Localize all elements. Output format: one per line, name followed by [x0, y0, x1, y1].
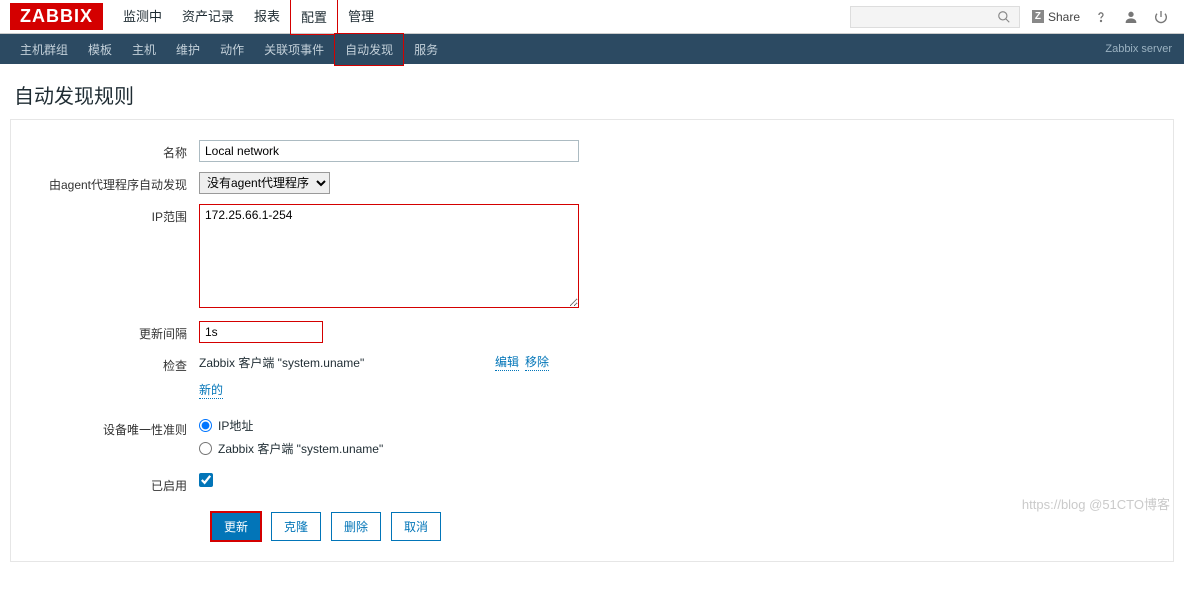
- uniqueness-radio-agent-input[interactable]: [199, 442, 212, 455]
- enabled-label: 已启用: [21, 473, 199, 494]
- search-icon: [995, 8, 1013, 26]
- subnav-actions[interactable]: 动作: [210, 34, 254, 65]
- subnav-discovery[interactable]: 自动发现: [334, 33, 404, 66]
- subnav-templates[interactable]: 模板: [78, 34, 122, 65]
- name-label: 名称: [21, 140, 199, 162]
- form-area: 名称 由agent代理程序自动发现 没有agent代理程序 IP范围 172.2…: [10, 119, 1174, 562]
- name-field[interactable]: [199, 140, 579, 162]
- delete-button[interactable]: 删除: [331, 512, 381, 541]
- checks-label: 检查: [21, 353, 199, 399]
- subnav-correlation[interactable]: 关联项事件: [254, 34, 334, 65]
- interval-label: 更新间隔: [21, 321, 199, 343]
- user-icon[interactable]: [1122, 8, 1140, 26]
- logo: ZABBIX: [10, 3, 103, 30]
- new-check-link[interactable]: 新的: [199, 381, 223, 399]
- subnav-services[interactable]: 服务: [404, 34, 448, 65]
- sub-nav: 主机群组 模板 主机 维护 动作 关联项事件 自动发现 服务 Zabbix se…: [0, 34, 1184, 64]
- top-right: Z Share: [850, 6, 1184, 28]
- help-icon[interactable]: [1092, 8, 1110, 26]
- cancel-button[interactable]: 取消: [391, 512, 441, 541]
- top-nav: ZABBIX 监测中 资产记录 报表 配置 管理 Z Share: [0, 0, 1184, 34]
- nav-monitoring[interactable]: 监测中: [113, 0, 172, 35]
- share-label: Share: [1048, 10, 1080, 24]
- uniqueness-radio-ip-input[interactable]: [199, 419, 212, 432]
- update-button[interactable]: 更新: [211, 512, 261, 541]
- search-input[interactable]: [850, 6, 1020, 28]
- subnav-maintenance[interactable]: 维护: [166, 34, 210, 65]
- top-menu: 监测中 资产记录 报表 配置 管理: [113, 0, 384, 35]
- uniqueness-label: 设备唯一性准则: [21, 417, 199, 463]
- server-label: Zabbix server: [1105, 43, 1184, 55]
- remove-link[interactable]: 移除: [525, 353, 549, 371]
- button-row: 更新 克隆 删除 取消: [211, 512, 1163, 541]
- proxy-label: 由agent代理程序自动发现: [21, 172, 199, 194]
- nav-administration[interactable]: 管理: [338, 0, 384, 35]
- share-z-icon: Z: [1032, 10, 1044, 23]
- power-icon[interactable]: [1152, 8, 1170, 26]
- clone-button[interactable]: 克隆: [271, 512, 321, 541]
- proxy-select[interactable]: 没有agent代理程序: [199, 172, 330, 194]
- uniqueness-radio-agent[interactable]: Zabbix 客户端 "system.uname": [199, 440, 1163, 457]
- uniqueness-option-agent: Zabbix 客户端 "system.uname": [218, 440, 383, 457]
- check-item-row: Zabbix 客户端 "system.uname" 编辑 移除: [199, 353, 549, 371]
- enabled-checkbox[interactable]: [199, 473, 213, 487]
- iprange-label: IP范围: [21, 204, 199, 311]
- subnav-hosts[interactable]: 主机: [122, 34, 166, 65]
- nav-configuration[interactable]: 配置: [290, 0, 338, 35]
- page-title: 自动发现规则: [0, 64, 1184, 119]
- interval-field[interactable]: [199, 321, 323, 343]
- nav-reports[interactable]: 报表: [244, 0, 290, 35]
- subnav-hostgroups[interactable]: 主机群组: [10, 34, 78, 65]
- share-button[interactable]: Z Share: [1032, 10, 1080, 24]
- check-item-text: Zabbix 客户端 "system.uname": [199, 354, 489, 371]
- iprange-field[interactable]: 172.25.66.1-254: [199, 204, 579, 308]
- nav-inventory[interactable]: 资产记录: [172, 0, 244, 35]
- uniqueness-option-ip: IP地址: [218, 417, 253, 434]
- edit-link[interactable]: 编辑: [495, 353, 519, 371]
- uniqueness-radio-ip[interactable]: IP地址: [199, 417, 1163, 434]
